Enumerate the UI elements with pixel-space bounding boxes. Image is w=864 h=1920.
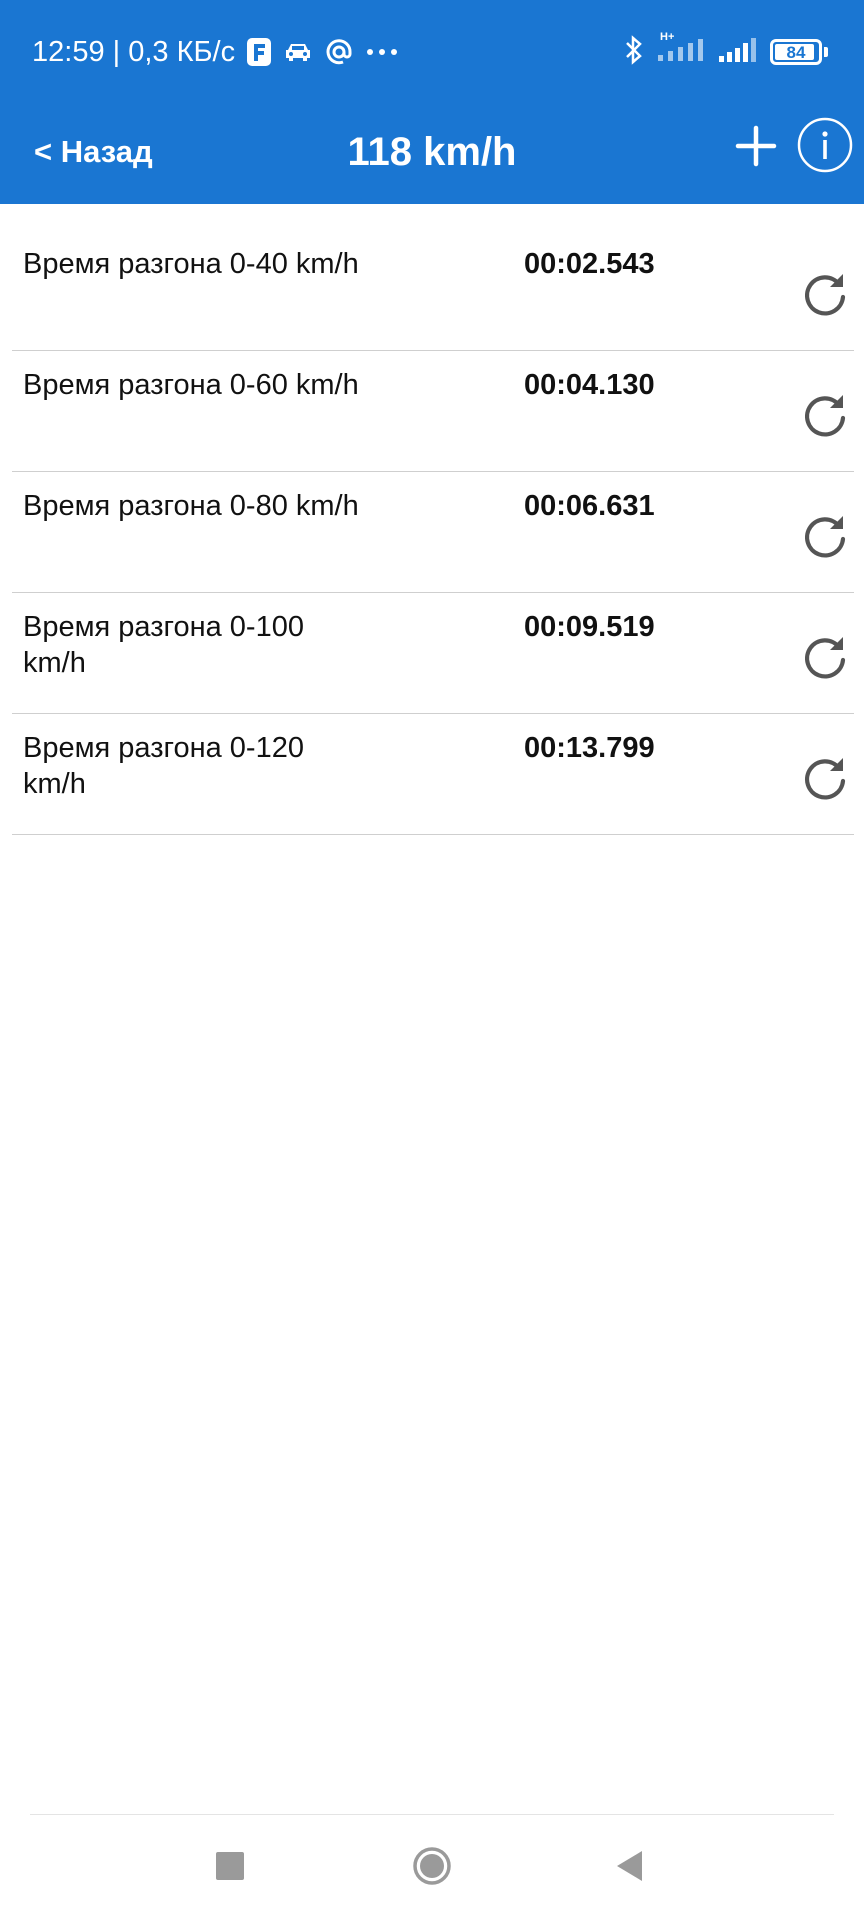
signal-icon (718, 36, 758, 69)
result-time: 00:06.631 (524, 490, 655, 522)
info-icon[interactable] (796, 116, 854, 174)
status-right: H+ 84 (624, 30, 828, 74)
refresh-icon[interactable] (800, 270, 850, 320)
list-item: Время разгона 0-40 km/h 00:02.543 (12, 230, 854, 351)
battery-icon: 84 (770, 39, 828, 65)
acceleration-results-list: Время разгона 0-40 km/h 00:02.543 Время … (12, 230, 854, 835)
back-button[interactable]: < Назад (34, 124, 153, 180)
status-bar: 12:59 | 0,3 КБ/с H+ 84 (0, 0, 864, 100)
result-time: 00:02.543 (524, 248, 655, 280)
app-header: 12:59 | 0,3 КБ/с H+ 84 118 km/h < Назад (0, 0, 864, 204)
recents-icon[interactable] (216, 1852, 244, 1880)
home-icon[interactable] (412, 1846, 452, 1886)
result-label: Время разгона 0-120 km/h (23, 732, 304, 800)
result-time: 00:04.130 (524, 369, 655, 401)
status-left: 12:59 | 0,3 КБ/с (32, 30, 399, 74)
battery-body: 84 (770, 39, 822, 65)
at-icon (325, 38, 353, 66)
f-app-icon (247, 38, 272, 66)
result-label: Время разгона 0-80 km/h (23, 490, 359, 522)
refresh-icon[interactable] (800, 391, 850, 441)
battery-tip (824, 47, 828, 57)
result-label: Время разгона 0-40 km/h (23, 248, 359, 280)
plus-icon[interactable] (732, 122, 780, 170)
system-navigation-bar (0, 1835, 864, 1895)
bottom-divider (30, 1814, 834, 1815)
refresh-icon[interactable] (800, 754, 850, 804)
result-label: Время разгона 0-60 km/h (23, 369, 359, 401)
list-item: Время разгона 0-100 km/h 00:09.519 (12, 593, 854, 714)
list-item: Время разгона 0-120 km/h 00:13.799 (12, 714, 854, 835)
result-time: 00:09.519 (524, 611, 655, 643)
list-item: Время разгона 0-80 km/h 00:06.631 (12, 472, 854, 593)
more-dots-icon (365, 47, 399, 57)
bluetooth-icon (624, 34, 644, 71)
car-icon (283, 40, 313, 64)
nav-bar: 118 km/h < Назад (0, 100, 864, 204)
result-label: Время разгона 0-100 km/h (23, 611, 304, 679)
back-icon[interactable] (614, 1848, 646, 1884)
battery-level: 84 (786, 42, 806, 62)
refresh-icon[interactable] (800, 512, 850, 562)
list-item: Время разгона 0-60 km/h 00:04.130 (12, 351, 854, 472)
status-time-speed: 12:59 | 0,3 КБ/с (32, 35, 236, 68)
refresh-icon[interactable] (800, 633, 850, 683)
signal-icon: H+ (656, 31, 706, 67)
result-time: 00:13.799 (524, 732, 655, 764)
